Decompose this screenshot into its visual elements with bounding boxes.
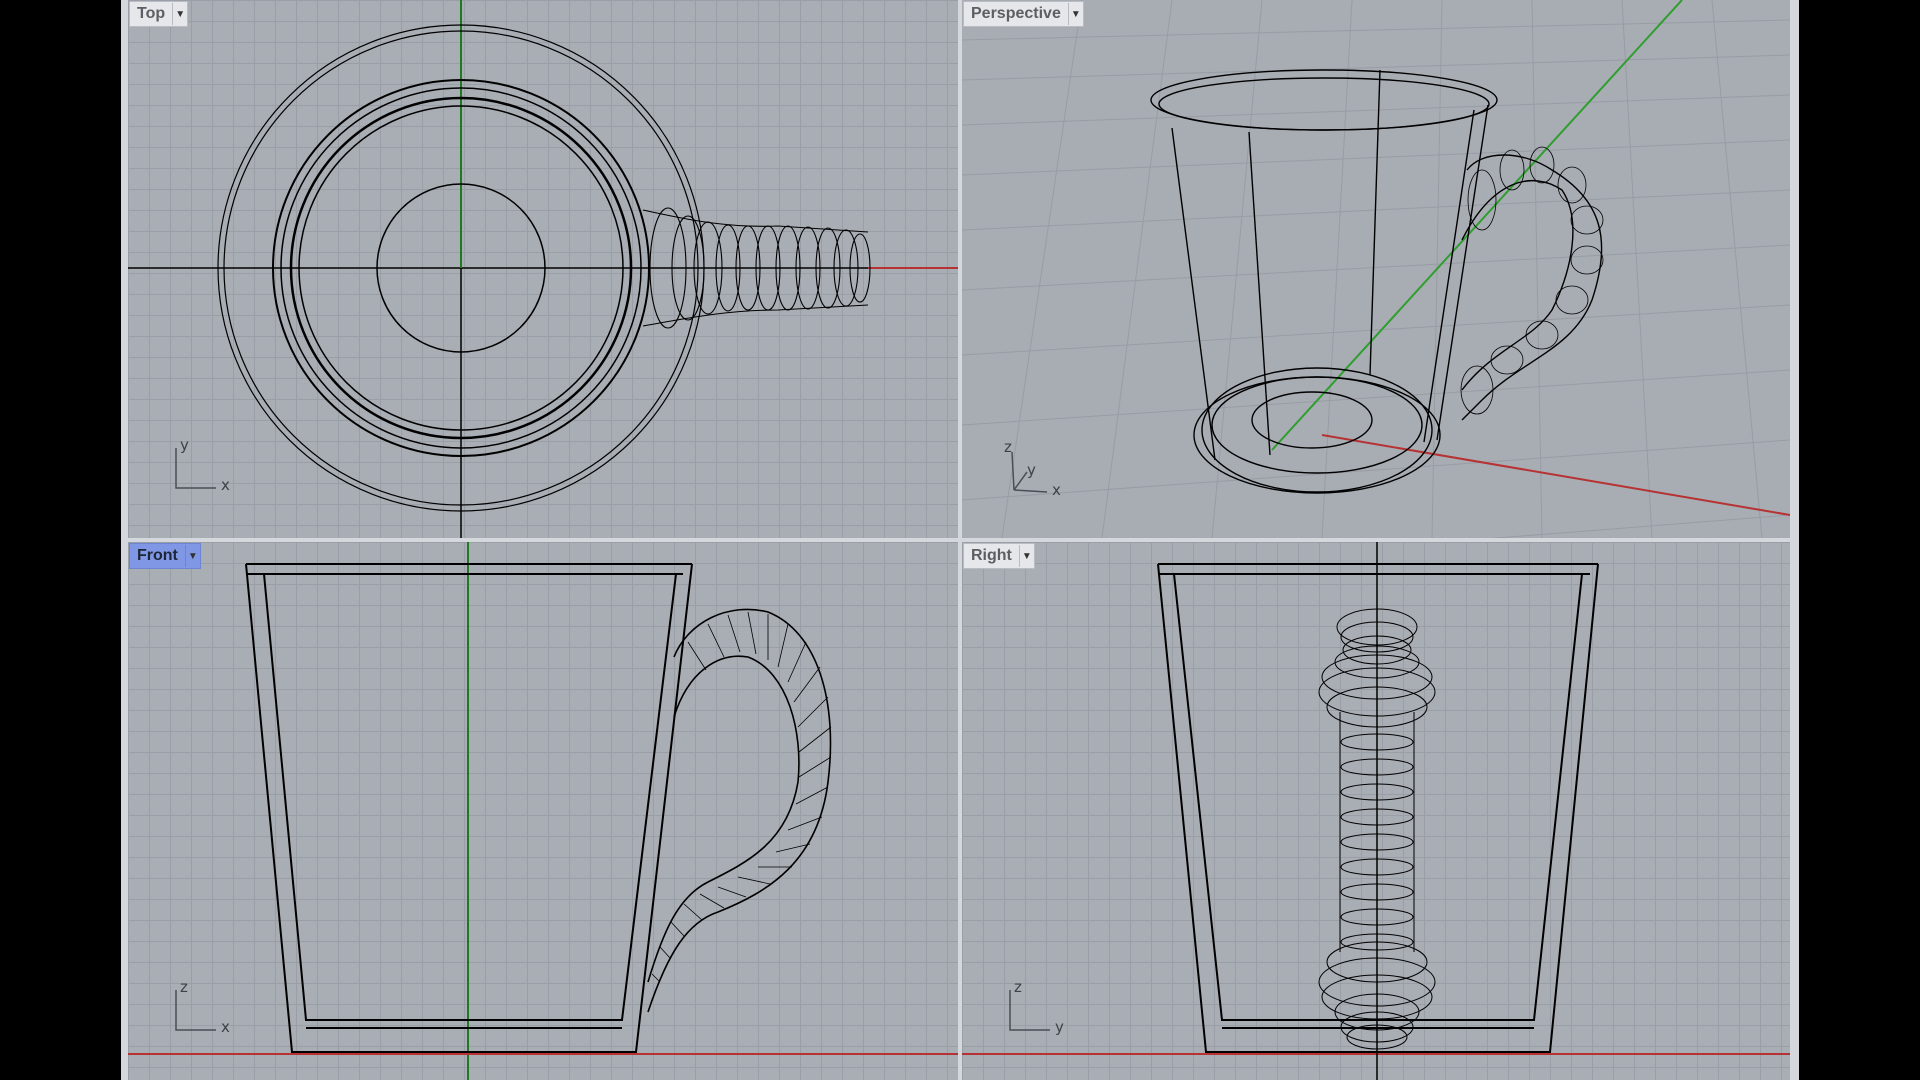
- viewport-front[interactable]: Front ▼ z x: [128, 542, 958, 1080]
- viewport-tab-perspective[interactable]: Perspective ▼: [963, 1, 1084, 27]
- axis-label-h: x: [221, 476, 230, 494]
- viewport-top[interactable]: Top ▼ y x: [128, 0, 958, 538]
- dropdown-arrow-icon[interactable]: ▼: [172, 3, 187, 25]
- viewport-tab-right[interactable]: Right ▼: [963, 543, 1035, 569]
- axis-label-h: x: [221, 1018, 230, 1036]
- perspective-view-drawing: z y x: [962, 0, 1790, 538]
- mug-right-wire: [1157, 563, 1599, 1053]
- viewport-title: Perspective: [971, 5, 1061, 22]
- axis-label-v: z: [180, 978, 188, 996]
- axis-label-z: z: [1004, 438, 1012, 456]
- axis-gizmo-icon: [175, 448, 216, 489]
- axis-label-v: z: [1014, 978, 1022, 996]
- handle-front-wire: [647, 608, 832, 1013]
- viewport-title: Front: [137, 547, 178, 564]
- rhino-viewport-layout: Top ▼ y x Perspective ▼ z y x Front ▼ z …: [121, 0, 1799, 1080]
- axis-label-v: y: [180, 436, 189, 454]
- axis-gizmo-icon: [1009, 990, 1050, 1031]
- handle-rings: [1460, 146, 1604, 415]
- viewport-tab-front[interactable]: Front ▼: [129, 543, 201, 569]
- viewport-tab-top[interactable]: Top ▼: [129, 1, 189, 27]
- axis-gizmo-icon: [175, 990, 216, 1031]
- dropdown-arrow-icon[interactable]: ▼: [1018, 545, 1034, 567]
- dropdown-arrow-icon[interactable]: ▼: [184, 545, 200, 567]
- handle-front-ribs: [651, 611, 832, 983]
- viewport-right[interactable]: Right ▼ z y: [962, 542, 1790, 1080]
- axis-label-h: y: [1055, 1018, 1064, 1036]
- right-view-drawing: z y: [962, 542, 1790, 1080]
- front-view-drawing: z x: [128, 542, 958, 1080]
- axis-label-x: x: [1052, 481, 1061, 499]
- viewport-title: Top: [137, 5, 166, 22]
- viewport-title: Right: [971, 547, 1012, 564]
- axis-label-y: y: [1027, 461, 1036, 479]
- dropdown-arrow-icon[interactable]: ▼: [1067, 3, 1083, 25]
- top-view-drawing: y x: [128, 0, 958, 538]
- viewport-perspective[interactable]: Perspective ▼ z y x: [962, 0, 1790, 538]
